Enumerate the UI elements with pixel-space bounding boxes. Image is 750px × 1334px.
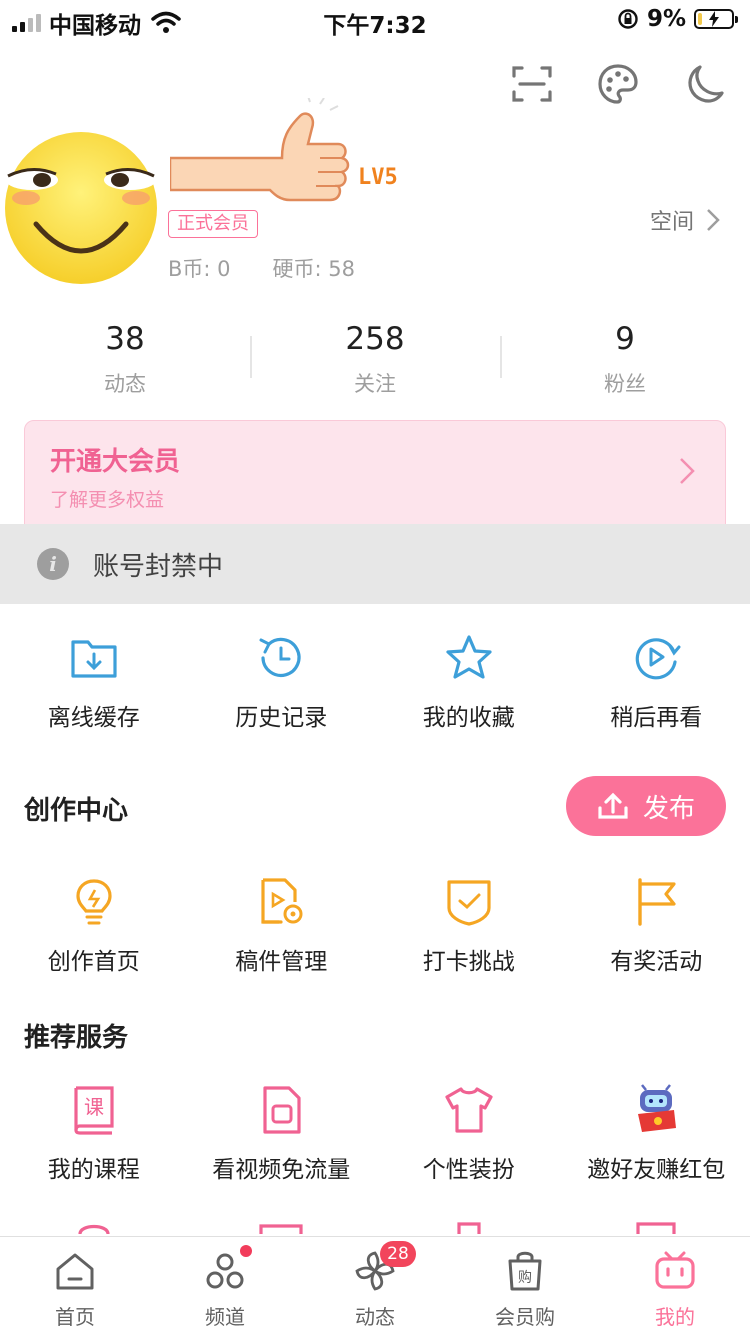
avatar[interactable]	[2, 128, 160, 286]
tv-mine-icon	[655, 1251, 695, 1289]
item-label: 有奖活动	[610, 949, 703, 975]
checkin-challenge-item[interactable]: 打卡挑战	[375, 876, 563, 976]
tab-label: 动态	[355, 1305, 395, 1329]
tab-label: 频道	[205, 1305, 245, 1329]
info-icon: i	[37, 548, 69, 580]
space-label: 空间	[649, 210, 694, 235]
vip-banner[interactable]: 开通大会员 了解更多权益	[24, 420, 726, 540]
top-action-icons	[510, 62, 726, 106]
moon-icon[interactable]	[682, 62, 726, 106]
tshirt-icon	[445, 1087, 493, 1133]
svg-text:课: 课	[84, 1095, 104, 1119]
watch-later-icon	[635, 638, 681, 680]
stats-row: 38 动态 258 关注 9 粉丝	[0, 318, 750, 398]
stat-label: 动态	[104, 372, 146, 396]
item-label: 历史记录	[235, 705, 328, 731]
quick-actions-grid: 离线缓存 历史记录 我的收藏 稍后再看	[0, 632, 750, 732]
favorites-item[interactable]: 我的收藏	[375, 632, 563, 732]
item-label: 我的课程	[47, 1157, 140, 1183]
coin-balances: B币: 0 硬币: 58	[168, 253, 355, 283]
item-label: 看视频免流量	[212, 1157, 351, 1183]
stat-label: 关注	[354, 372, 396, 396]
scan-icon[interactable]	[510, 62, 554, 106]
item-label: 打卡挑战	[422, 949, 515, 975]
reward-activity-item[interactable]: 有奖活动	[563, 876, 750, 976]
account-banned-bar[interactable]: i 账号封禁中	[0, 524, 750, 604]
my-course-item[interactable]: 课 我的课程	[0, 1084, 188, 1184]
b-coin-balance: B币: 0	[168, 257, 231, 281]
offline-cache-item[interactable]: 离线缓存	[0, 632, 188, 732]
tab-mine[interactable]: 我的	[600, 1237, 750, 1334]
item-label: 我的收藏	[422, 705, 515, 731]
home-icon	[56, 1253, 94, 1290]
creation-home-item[interactable]: 创作首页	[0, 876, 188, 976]
stat-following[interactable]: 258 关注	[250, 318, 500, 398]
tab-label: 首页	[55, 1305, 95, 1329]
history-item[interactable]: 历史记录	[188, 632, 376, 732]
dress-up-item[interactable]: 个性装扮	[375, 1084, 563, 1184]
item-label: 邀好友赚红包	[587, 1157, 726, 1183]
tab-label: 我的	[655, 1305, 695, 1329]
tab-label: 会员购	[495, 1305, 555, 1329]
manuscript-item[interactable]: 稿件管理	[188, 876, 376, 976]
item-label: 个性装扮	[422, 1157, 515, 1183]
creation-grid: 创作首页 稿件管理 打卡挑战 有奖活动	[0, 876, 750, 976]
chevron-right-icon	[707, 209, 720, 231]
item-label: 创作首页	[47, 949, 140, 975]
unread-badge: 28	[380, 1241, 416, 1267]
rotation-lock-icon	[618, 9, 638, 29]
item-label: 稍后再看	[610, 705, 703, 731]
member-tag: 正式会员	[168, 210, 258, 238]
course-book-icon: 课	[74, 1086, 114, 1135]
upload-icon	[598, 792, 628, 819]
tab-member-shop[interactable]: 购 会员购	[450, 1237, 600, 1334]
watch-later-item[interactable]: 稍后再看	[563, 632, 750, 732]
channel-icon	[206, 1253, 244, 1289]
item-label: 离线缓存	[47, 705, 140, 731]
history-icon	[259, 637, 301, 678]
shopping-bag-icon: 购	[508, 1251, 542, 1291]
svg-text:购: 购	[518, 1270, 532, 1286]
stat-fans[interactable]: 9 粉丝	[500, 318, 750, 398]
creation-center-title: 创作中心	[24, 796, 129, 826]
status-bar: 中国移动 下午7:32 9%	[0, 0, 750, 40]
flag-icon	[638, 878, 676, 926]
manuscript-icon	[261, 878, 303, 924]
stat-value: 258	[345, 321, 405, 357]
publish-label: 发布	[642, 793, 695, 824]
vip-title: 开通大会员	[50, 447, 181, 477]
sim-card-icon	[263, 1086, 301, 1134]
lightbulb-icon	[76, 879, 112, 925]
chevron-right-icon	[680, 458, 695, 484]
space-link[interactable]: 空间	[650, 204, 720, 236]
status-right: 9%	[617, 6, 738, 32]
tab-channel[interactable]: 频道	[150, 1237, 300, 1334]
banned-text: 账号封禁中	[93, 551, 224, 582]
invite-friends-item[interactable]: 邀好友赚红包	[563, 1084, 750, 1184]
battery-icon	[694, 9, 738, 29]
battery-percent: 9%	[646, 6, 686, 32]
bottom-tab-bar: 首页 频道 28 动态 购 会员购 我的	[0, 1236, 750, 1334]
stat-value: 38	[105, 321, 145, 357]
stat-dynamics[interactable]: 38 动态	[0, 318, 250, 398]
services-title: 推荐服务	[24, 1023, 129, 1053]
stat-value: 9	[615, 321, 635, 357]
vip-subtitle: 了解更多权益	[50, 489, 165, 511]
robot-redpacket-icon	[638, 1084, 677, 1132]
services-grid: 课 我的课程 看视频免流量 个性装扮 邀好友赚红包	[0, 1084, 750, 1184]
tab-dynamics[interactable]: 28 动态	[300, 1237, 450, 1334]
item-label: 稿件管理	[235, 949, 328, 975]
hard-coin-balance: 硬币: 58	[272, 257, 356, 281]
offline-cache-icon	[71, 640, 117, 678]
level-badge: LV5	[358, 165, 398, 190]
palette-icon[interactable]	[596, 62, 640, 106]
tab-home[interactable]: 首页	[0, 1237, 150, 1334]
stat-label: 粉丝	[604, 372, 646, 396]
checkin-shield-icon	[447, 880, 491, 926]
favorites-star-icon	[446, 635, 492, 679]
publish-button[interactable]: 发布	[566, 776, 726, 836]
thumbs-up-sticker	[170, 98, 350, 202]
free-data-item[interactable]: 看视频免流量	[188, 1084, 376, 1184]
notification-dot	[240, 1245, 252, 1257]
